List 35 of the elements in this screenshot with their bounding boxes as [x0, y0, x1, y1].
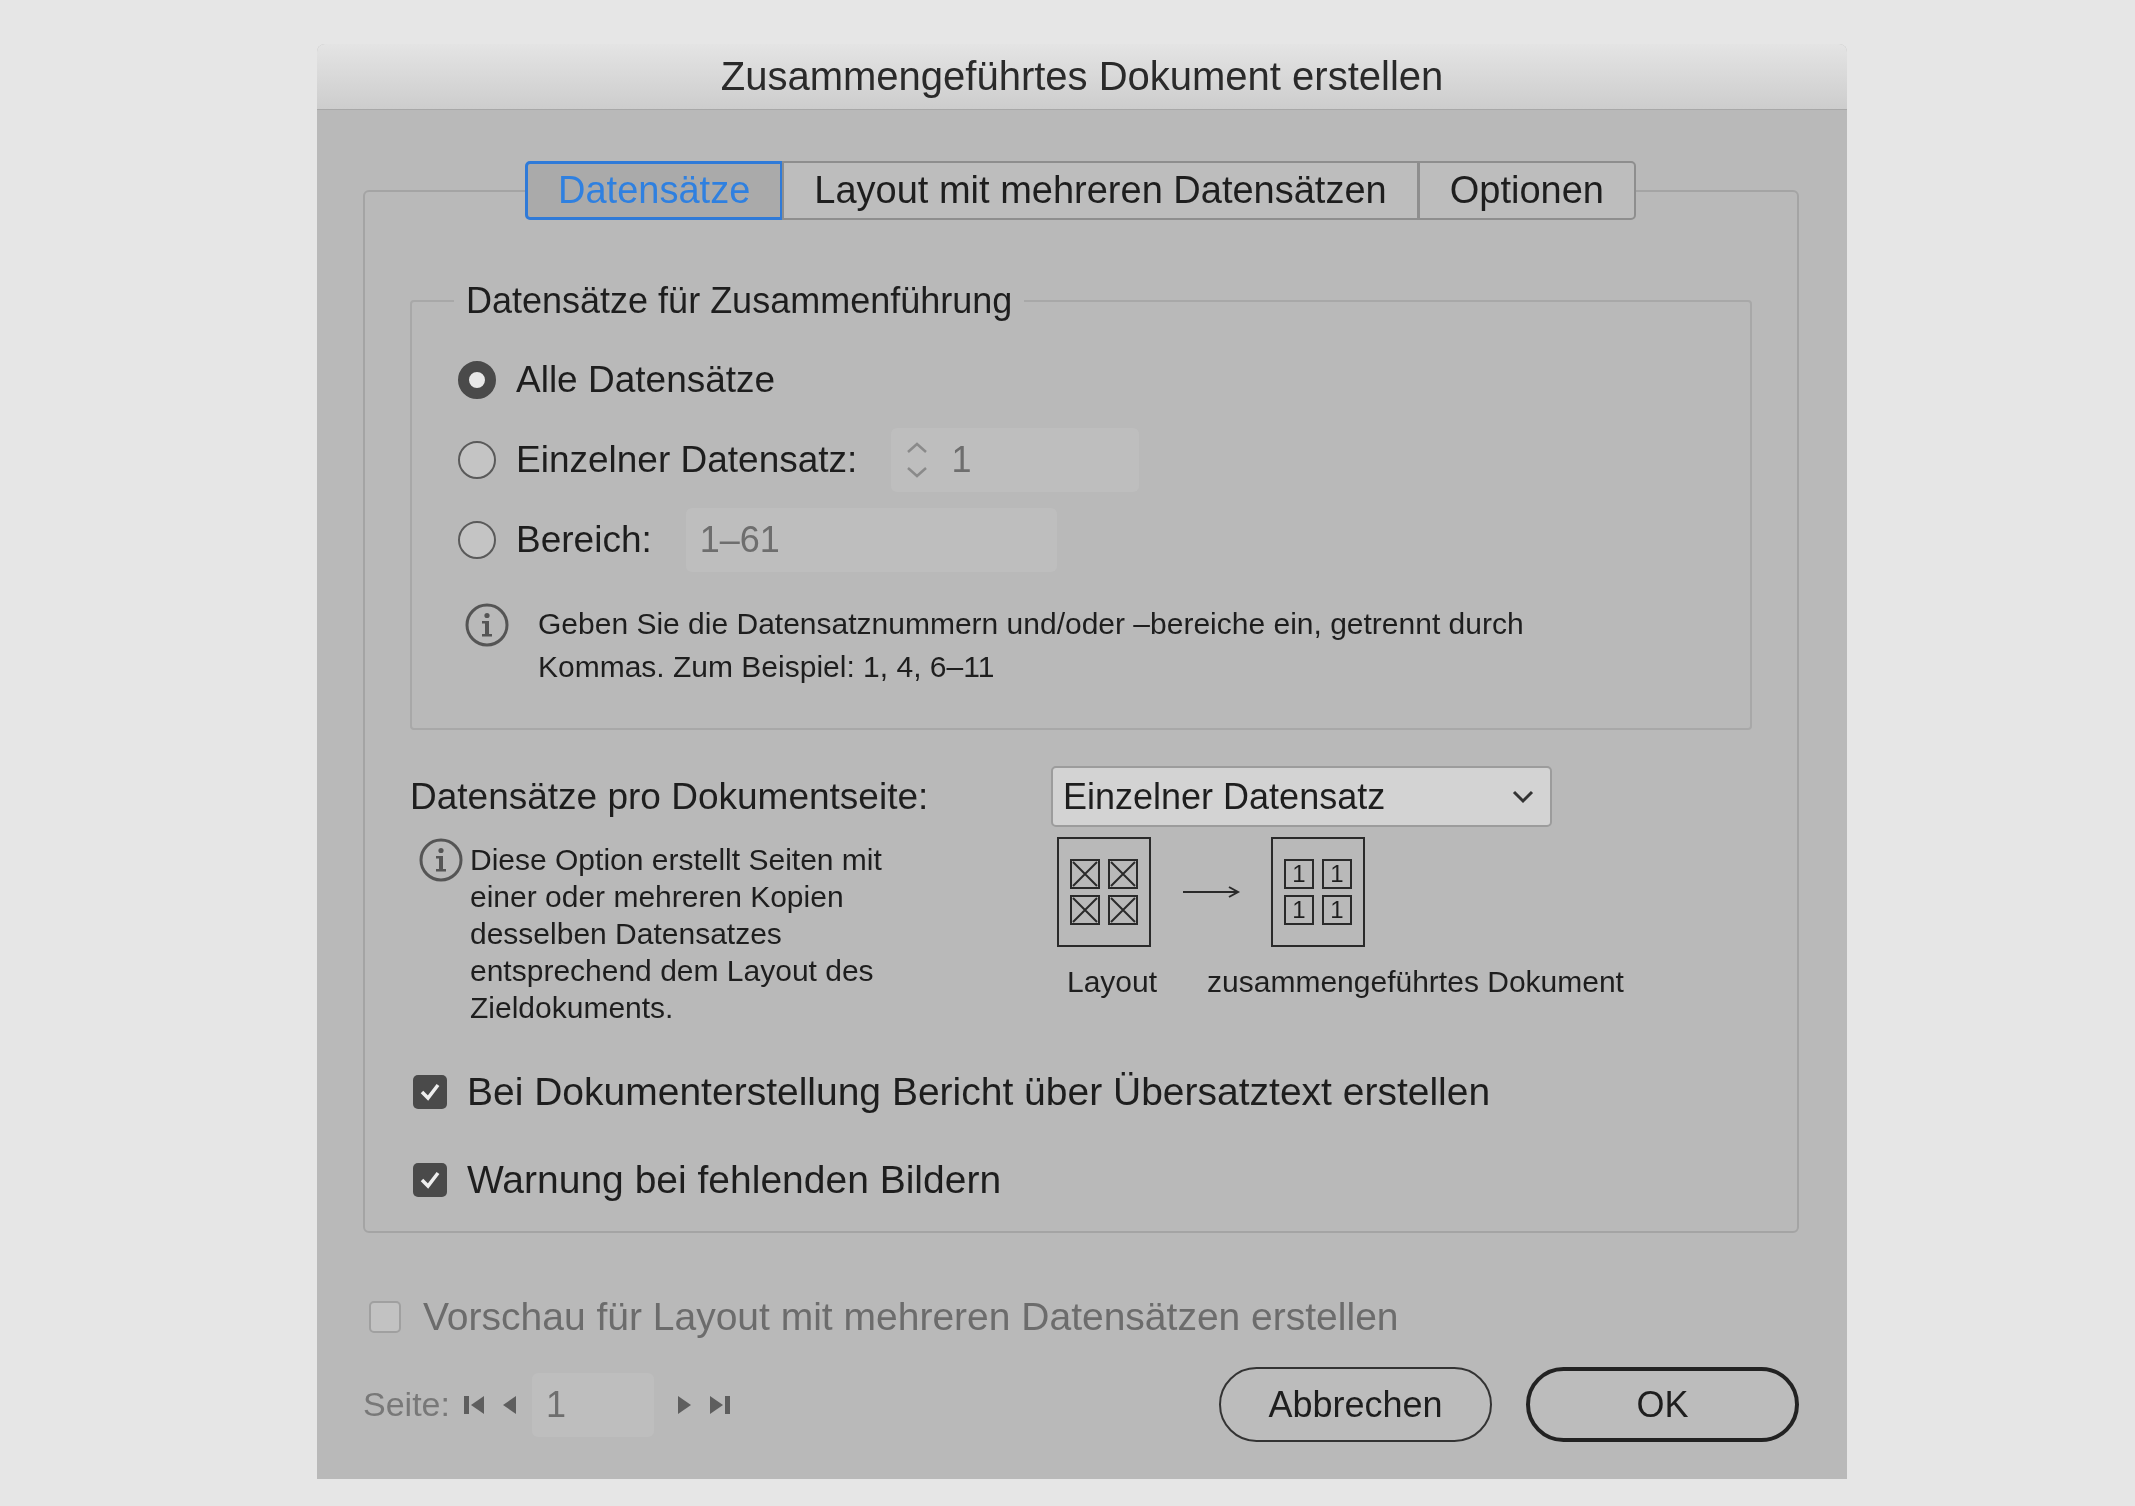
diagram-caption: Layout [1067, 965, 1158, 999]
radio-button[interactable] [458, 441, 496, 479]
checkbox-label: Vorschau für Layout mit mehreren Datensätzen erstellen [423, 1295, 1399, 1339]
ok-button[interactable]: OK [1526, 1367, 1799, 1442]
dropdown[interactable]: Einzelner Datensatz [1051, 766, 1552, 827]
info-icon [418, 837, 464, 883]
radio-label: Bereich: [516, 519, 652, 561]
cancel-button[interactable]: Abbrechen [1219, 1367, 1492, 1442]
radio-label: Alle Datensätze [516, 359, 776, 401]
field-label: Datensätze pro Dokumentseite: [410, 775, 930, 818]
tab[interactable]: Optionen [1417, 161, 1636, 220]
group-title: Datensätze für Zusammenführung [465, 280, 1014, 322]
diagram-caption: zusammengeführtes Dokument [1207, 965, 1624, 999]
radio-button[interactable] [458, 361, 496, 399]
arrow-icon [1181, 884, 1241, 900]
checkmark-icon [419, 1081, 441, 1103]
crossed-frame-icon [1070, 859, 1100, 889]
crossed-frame-icon [1070, 895, 1100, 925]
hint-text: Geben Sie die Datensatznummern und/oder –bereiche ein, getrennt durch Kommas. Zum Beispiel: 1, 4, 6–11 [538, 606, 1525, 685]
merged-page-drawing: 1 1 1 1 [1271, 837, 1365, 947]
hint-text: Diese Option erstellt Seiten mit einer oder mehreren Kopien desselben Datensatzes entsprechend dem Layout des Zieldokuments. [470, 842, 883, 1026]
page-label: Seite: [363, 1385, 450, 1424]
radio-label: Einzelner Datensatz: [516, 439, 858, 481]
crossed-frame-icon [1108, 895, 1138, 925]
checkbox-label: Bei Dokumenterstellung Bericht über Übersatztext erstellen [467, 1070, 1491, 1114]
radio-button[interactable] [458, 521, 496, 559]
window-title: Zusammengeführtes Dokument erstellen [720, 54, 1444, 99]
checkbox-label: Warnung bei fehlenden Bildern [467, 1158, 1002, 1202]
crossed-frame-icon [1108, 859, 1138, 889]
checkbox[interactable] [413, 1075, 447, 1109]
checkbox[interactable] [413, 1163, 447, 1197]
chevron-down-icon [1512, 789, 1534, 804]
tab[interactable]: Layout mit mehreren Datensätzen [782, 161, 1419, 220]
info-icon [464, 602, 510, 648]
checkmark-icon [419, 1169, 441, 1191]
